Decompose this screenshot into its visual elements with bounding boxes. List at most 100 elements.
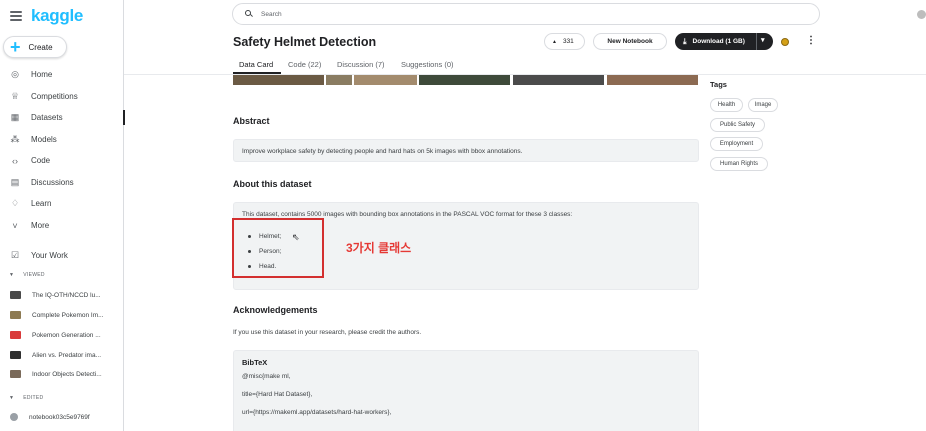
recent-item[interactable]: Alien vs. Predator ima...	[0, 346, 124, 364]
notebook-icon	[10, 413, 18, 421]
sample-image	[326, 75, 352, 85]
search-input[interactable]: Search	[261, 11, 282, 18]
recent-item-label: Pokemon Generation ...	[32, 331, 101, 339]
tag-chip[interactable]: Public Safety	[710, 118, 765, 132]
sidebar-item-models[interactable]: ⁂ Models	[0, 129, 124, 150]
abstract-text: Improve workplace safety by detecting pe…	[242, 148, 523, 155]
sidebar-item-your-work[interactable]: ☑ Your Work	[0, 245, 124, 266]
sample-image	[354, 75, 417, 85]
sidebar-item-learn[interactable]: ♢ Learn	[0, 193, 124, 214]
sidebar-item-home[interactable]: ◎ Home	[0, 64, 124, 85]
recent-item[interactable]: Pokemon Generation ...	[0, 326, 124, 344]
bibtex-line: @misc{make ml,	[242, 373, 291, 380]
upvote-button[interactable]: ▲ 331	[544, 33, 585, 50]
download-icon: ⤓	[683, 36, 687, 46]
sidebar-item-label: Learn	[31, 199, 52, 208]
active-indicator	[123, 110, 125, 125]
sample-image	[607, 75, 698, 85]
search-bar[interactable]: Search	[232, 3, 820, 25]
recent-item-label: Complete Pokemon Im...	[32, 311, 104, 319]
more-options-icon[interactable]: ⋮	[806, 35, 816, 46]
recent-item[interactable]: Indoor Objects Detecti...	[0, 365, 124, 383]
sidebar-item-label: Competitions	[31, 92, 78, 101]
edited-section-toggle[interactable]: ▼ EDITED	[9, 395, 43, 401]
viewed-section-toggle[interactable]: ▼ VIEWED	[9, 272, 45, 278]
tag-chip[interactable]: Image	[748, 98, 778, 112]
avatar[interactable]	[917, 10, 926, 19]
edited-label: EDITED	[23, 395, 44, 401]
sidebar-item-competitions[interactable]: ♕ Competitions	[0, 86, 124, 107]
page-title: Safety Helmet Detection	[233, 35, 377, 49]
create-button[interactable]: + Create	[3, 36, 67, 58]
sidebar: kaggle + Create ◎ Home ♕ Competitions ▦ …	[0, 0, 125, 431]
tab-discussion[interactable]: Discussion (7)	[337, 60, 385, 69]
new-notebook-button[interactable]: New Notebook	[593, 33, 667, 50]
bibtex-box: BibTeX @misc{make ml, title={Hard Hat Da…	[233, 350, 699, 431]
dataset-thumbnail	[10, 291, 21, 299]
tag-chip[interactable]: Health	[710, 98, 743, 112]
download-label: Download (1 GB)	[692, 38, 745, 45]
tab-code[interactable]: Code (22)	[288, 60, 321, 69]
highlight-rectangle	[232, 218, 324, 278]
table-icon: ▦	[10, 112, 20, 122]
dataset-thumbnail	[10, 351, 21, 359]
chevron-down-icon: ˅	[12, 220, 18, 231]
sample-image	[419, 75, 510, 85]
acknowledgements-text: If you use this dataset in your research…	[233, 329, 422, 336]
sidebar-item-discussions[interactable]: ▤ Discussions	[0, 172, 124, 193]
abstract-box: Improve workplace safety by detecting pe…	[233, 139, 699, 162]
tags-heading: Tags	[710, 80, 727, 89]
tag-chip[interactable]: Human Rights	[710, 157, 768, 171]
caret-down-icon: ▼	[9, 395, 15, 401]
sidebar-item-label: Datasets	[31, 113, 63, 122]
about-text: This dataset, contains 5000 images with …	[242, 211, 573, 218]
abstract-heading: Abstract	[233, 116, 270, 126]
dataset-thumbnail	[10, 370, 21, 378]
recent-item-label: Alien vs. Predator ima...	[32, 351, 101, 359]
annotation-text: 3가지 클래스	[346, 241, 412, 255]
recent-item-label: notebook03c5e9769f	[29, 413, 90, 421]
sidebar-item-datasets[interactable]: ▦ Datasets	[0, 107, 125, 128]
upvote-icon: ▲	[552, 38, 557, 45]
home-icon: ◎	[11, 69, 19, 79]
create-label: Create	[28, 42, 53, 52]
learn-icon: ♢	[10, 198, 20, 208]
dataset-thumbnail	[10, 311, 21, 319]
dataset-thumbnail	[10, 331, 21, 339]
models-icon: ⁂	[10, 134, 20, 144]
vote-count: 331	[562, 38, 574, 45]
chevron-down-icon[interactable]: ▾	[761, 36, 765, 44]
tag-chip[interactable]: Employment	[710, 137, 763, 151]
bibtex-line: url={https://makeml.app/datasets/hard-ha…	[242, 409, 392, 416]
trophy-icon: ♕	[10, 91, 20, 101]
recent-item[interactable]: The IQ-OTH/NCCD lu...	[0, 286, 124, 304]
menu-icon[interactable]	[10, 11, 22, 21]
bibtex-heading: BibTeX	[242, 358, 268, 367]
recent-item-label: Indoor Objects Detecti...	[32, 370, 102, 378]
sidebar-item-label: Code	[31, 156, 51, 165]
bibtex-line: title={Hard Hat Dataset},	[242, 391, 313, 398]
sample-image	[513, 75, 604, 85]
code-icon: ‹›	[12, 155, 18, 166]
search-icon	[245, 10, 253, 18]
recent-item[interactable]: Complete Pokemon Im...	[0, 306, 124, 324]
sample-image	[233, 75, 324, 85]
sidebar-item-code[interactable]: ‹› Code	[0, 150, 124, 171]
tab-data-card[interactable]: Data Card	[239, 60, 273, 69]
sidebar-item-label: Home	[31, 70, 53, 79]
sidebar-item-label: More	[31, 221, 50, 230]
medal-icon	[781, 38, 789, 46]
about-heading: About this dataset	[233, 179, 312, 189]
acknowledgements-heading: Acknowledgements	[233, 305, 318, 315]
viewed-label: VIEWED	[23, 272, 45, 278]
recent-item[interactable]: notebook03c5e9769f	[0, 408, 124, 426]
cursor-icon: ⇖	[292, 232, 300, 242]
download-button[interactable]: ⤓ Download (1 GB) ▾	[675, 33, 773, 50]
plus-icon: +	[10, 37, 21, 57]
kaggle-logo[interactable]: kaggle	[31, 6, 83, 26]
tab-suggestions[interactable]: Suggestions (0)	[401, 60, 454, 69]
sidebar-item-more[interactable]: ˅ More	[0, 215, 124, 236]
sidebar-item-label: Discussions	[31, 178, 74, 187]
discussions-icon: ▤	[10, 177, 20, 187]
sidebar-item-label: Models	[31, 135, 57, 144]
